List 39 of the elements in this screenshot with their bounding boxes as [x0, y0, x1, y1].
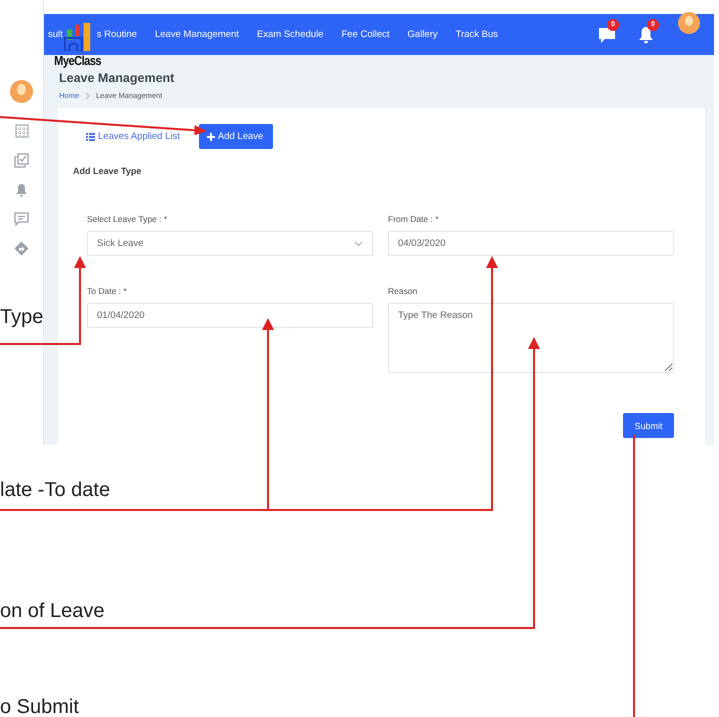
logo-text: MyeClass [54, 54, 102, 67]
tab[interactable]: Leaves Applied List [84, 124, 189, 149]
checklist-icon[interactable] [14, 153, 29, 168]
bell-icon[interactable] [15, 183, 28, 197]
reason-field[interactable]: Type The Reason [388, 303, 674, 373]
caret-icon [354, 240, 363, 246]
nav-link[interactable]: Exam Schedule [256, 29, 324, 40]
field-label: To Date : * [87, 286, 128, 296]
plus-icon [206, 132, 215, 140]
bell-icon[interactable] [638, 26, 654, 44]
field-label: Reason [388, 286, 418, 296]
logo-icon [62, 21, 93, 51]
leave-type-select[interactable]: Sick Leave [87, 231, 373, 256]
section-title: Add Leave Type [73, 166, 142, 176]
annotation-text: late -To date [0, 479, 110, 501]
field-label: Select Leave Type : * [87, 214, 168, 224]
annotation-text: on of Leave [0, 600, 105, 622]
chat-icon[interactable] [598, 26, 616, 44]
field-label: From Date : * [388, 214, 440, 224]
avatar[interactable] [10, 80, 33, 103]
tab[interactable]: Add Leave [198, 124, 274, 149]
list-icon [86, 132, 95, 140]
nav-link[interactable]: Leave Management [154, 29, 239, 40]
date-field[interactable]: 01/04/2020 [87, 303, 373, 328]
annotation-text: Type [0, 306, 44, 328]
annotation-text: o Submit [0, 696, 79, 717]
submit-button[interactable]: Submit [623, 413, 674, 438]
direction-sign-icon[interactable] [14, 241, 29, 256]
chevron-right-icon [85, 92, 90, 100]
nav-link[interactable]: Fee Collect [341, 29, 390, 40]
nav-link[interactable]: s Routine [96, 29, 137, 40]
avatar[interactable] [678, 12, 700, 34]
grid-icon[interactable] [14, 124, 28, 138]
nav-link[interactable]: sult [48, 29, 63, 40]
nav-link[interactable]: Track Bus [456, 29, 498, 40]
page-title: Leave Management [59, 71, 176, 85]
message-icon[interactable] [14, 212, 29, 226]
nav-link[interactable]: Gallery [408, 29, 438, 40]
date-field[interactable]: 04/03/2020 [388, 231, 674, 256]
